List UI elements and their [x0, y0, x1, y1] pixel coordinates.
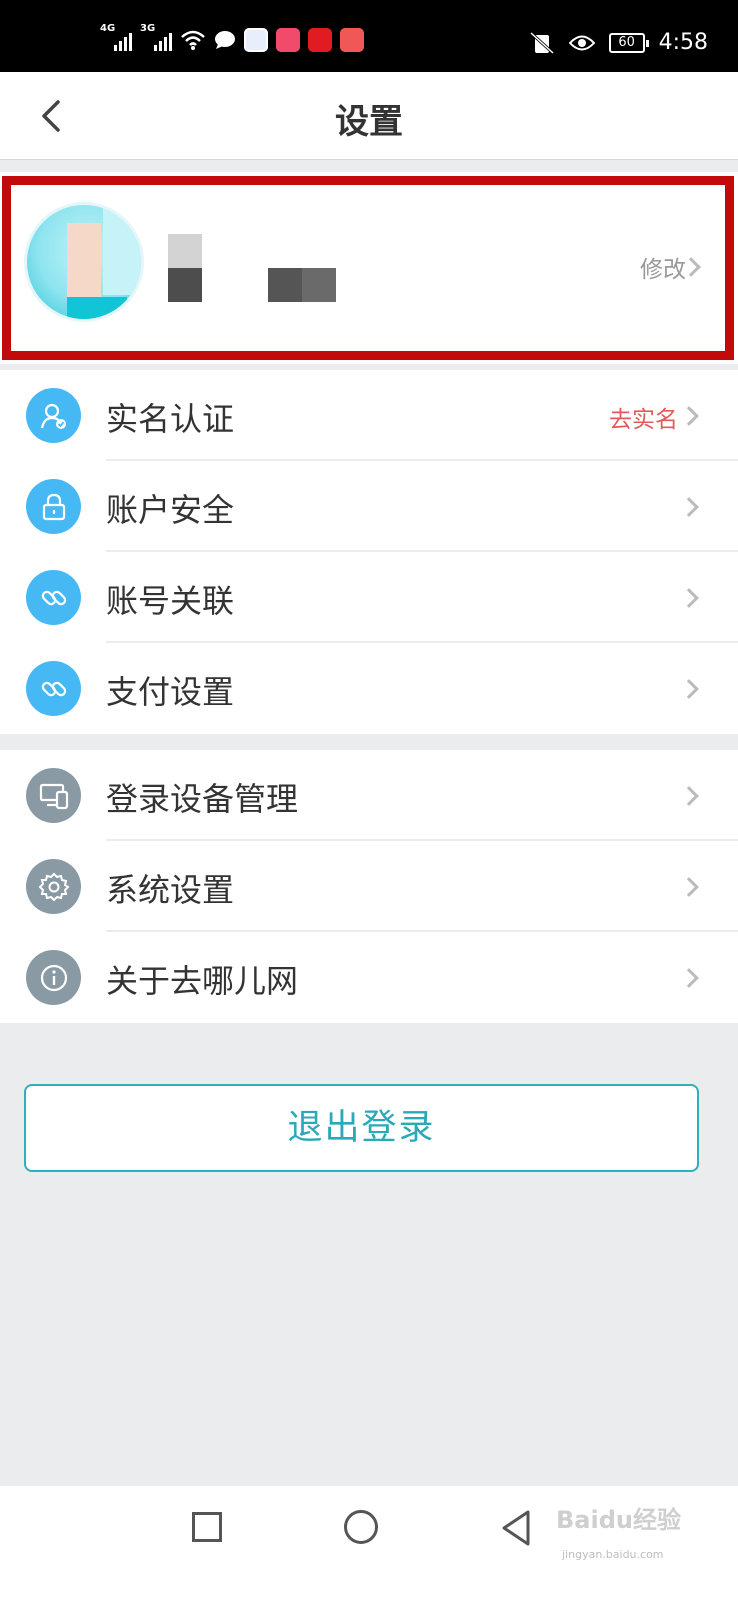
user-verified-icon — [26, 388, 81, 443]
back-triangle-icon[interactable] — [498, 1508, 534, 1548]
system-nav-bar: Baidu经验 jingyan.baidu.com — [0, 1486, 738, 1600]
logout-button[interactable]: 退出登录 — [24, 1084, 699, 1172]
status-left: 4G 3G — [100, 23, 364, 52]
list-item-label: 账号关联 — [106, 582, 235, 620]
list-item-real-name[interactable]: 实名认证 去实名 — [0, 370, 738, 461]
vibrate-off-icon — [529, 31, 554, 54]
chevron-right-icon — [679, 588, 699, 608]
status-bar: 4G 3G 60 4:58 — [0, 0, 738, 72]
link-icon — [26, 570, 81, 625]
status-clock: 4:58 — [658, 30, 708, 55]
real-name-hint: 去实名 — [609, 407, 678, 433]
list-item-label: 支付设置 — [106, 673, 235, 711]
list-item-about[interactable]: 关于去哪儿网 — [0, 932, 738, 1023]
page-title: 设置 — [335, 102, 403, 142]
huawei-app-icon — [340, 28, 364, 52]
battery-indicator: 60 — [608, 32, 649, 53]
recent-apps-icon[interactable] — [192, 1512, 222, 1542]
list-item-account-link[interactable]: 账号关联 — [0, 552, 738, 643]
chevron-right-icon — [679, 679, 699, 699]
list-item-label: 关于去哪儿网 — [106, 962, 299, 1000]
top-nav-bar: 设置 — [0, 72, 738, 160]
gear-icon — [26, 859, 81, 914]
settings-page: 4G 3G 60 4:58 设置 修改 实名认证 去实名 账户安全 账号关联 支… — [0, 0, 738, 1600]
signal-3g-icon: 3G — [140, 23, 172, 51]
list-item-account-security[interactable]: 账户安全 — [0, 461, 738, 552]
list-item-device-management[interactable]: 登录设备管理 — [0, 750, 738, 841]
app-notification-icon — [308, 28, 332, 52]
list-item-system-settings[interactable]: 系统设置 — [0, 841, 738, 932]
chevron-right-icon — [679, 968, 699, 988]
eye-icon — [568, 35, 595, 50]
chevron-right-icon — [679, 877, 699, 897]
network-type-label: 4G — [100, 23, 116, 34]
chevron-right-icon — [679, 497, 699, 517]
signal-4g-icon: 4G — [100, 23, 132, 51]
watermark-url: jingyan.baidu.com — [562, 1548, 664, 1561]
devices-icon — [26, 768, 81, 823]
watermark-logo: Baidu经验 — [556, 1506, 681, 1534]
wifi-icon — [181, 30, 205, 50]
link-icon — [26, 661, 81, 716]
account-settings-group: 实名认证 去实名 账户安全 账号关联 支付设置 — [0, 370, 738, 734]
chevron-right-icon — [679, 406, 699, 426]
info-icon — [26, 950, 81, 1005]
home-icon[interactable] — [344, 1510, 378, 1544]
list-item-label: 系统设置 — [106, 871, 235, 909]
system-settings-group: 登录设备管理 系统设置 关于去哪儿网 — [0, 750, 738, 1023]
app-notification-icon — [244, 28, 268, 52]
list-item-label: 账户安全 — [106, 491, 235, 529]
highlight-frame — [2, 176, 734, 360]
chevron-right-icon — [679, 786, 699, 806]
list-item-payment-settings[interactable]: 支付设置 — [0, 643, 738, 734]
message-icon — [215, 31, 235, 49]
profile-card[interactable]: 修改 — [0, 172, 738, 364]
list-item-label: 实名认证 — [106, 400, 235, 438]
network-type-label: 3G — [140, 23, 156, 34]
list-item-label: 登录设备管理 — [106, 780, 299, 818]
status-right: 60 4:58 — [529, 30, 708, 55]
taobao-icon — [276, 28, 300, 52]
lock-icon — [26, 479, 81, 534]
